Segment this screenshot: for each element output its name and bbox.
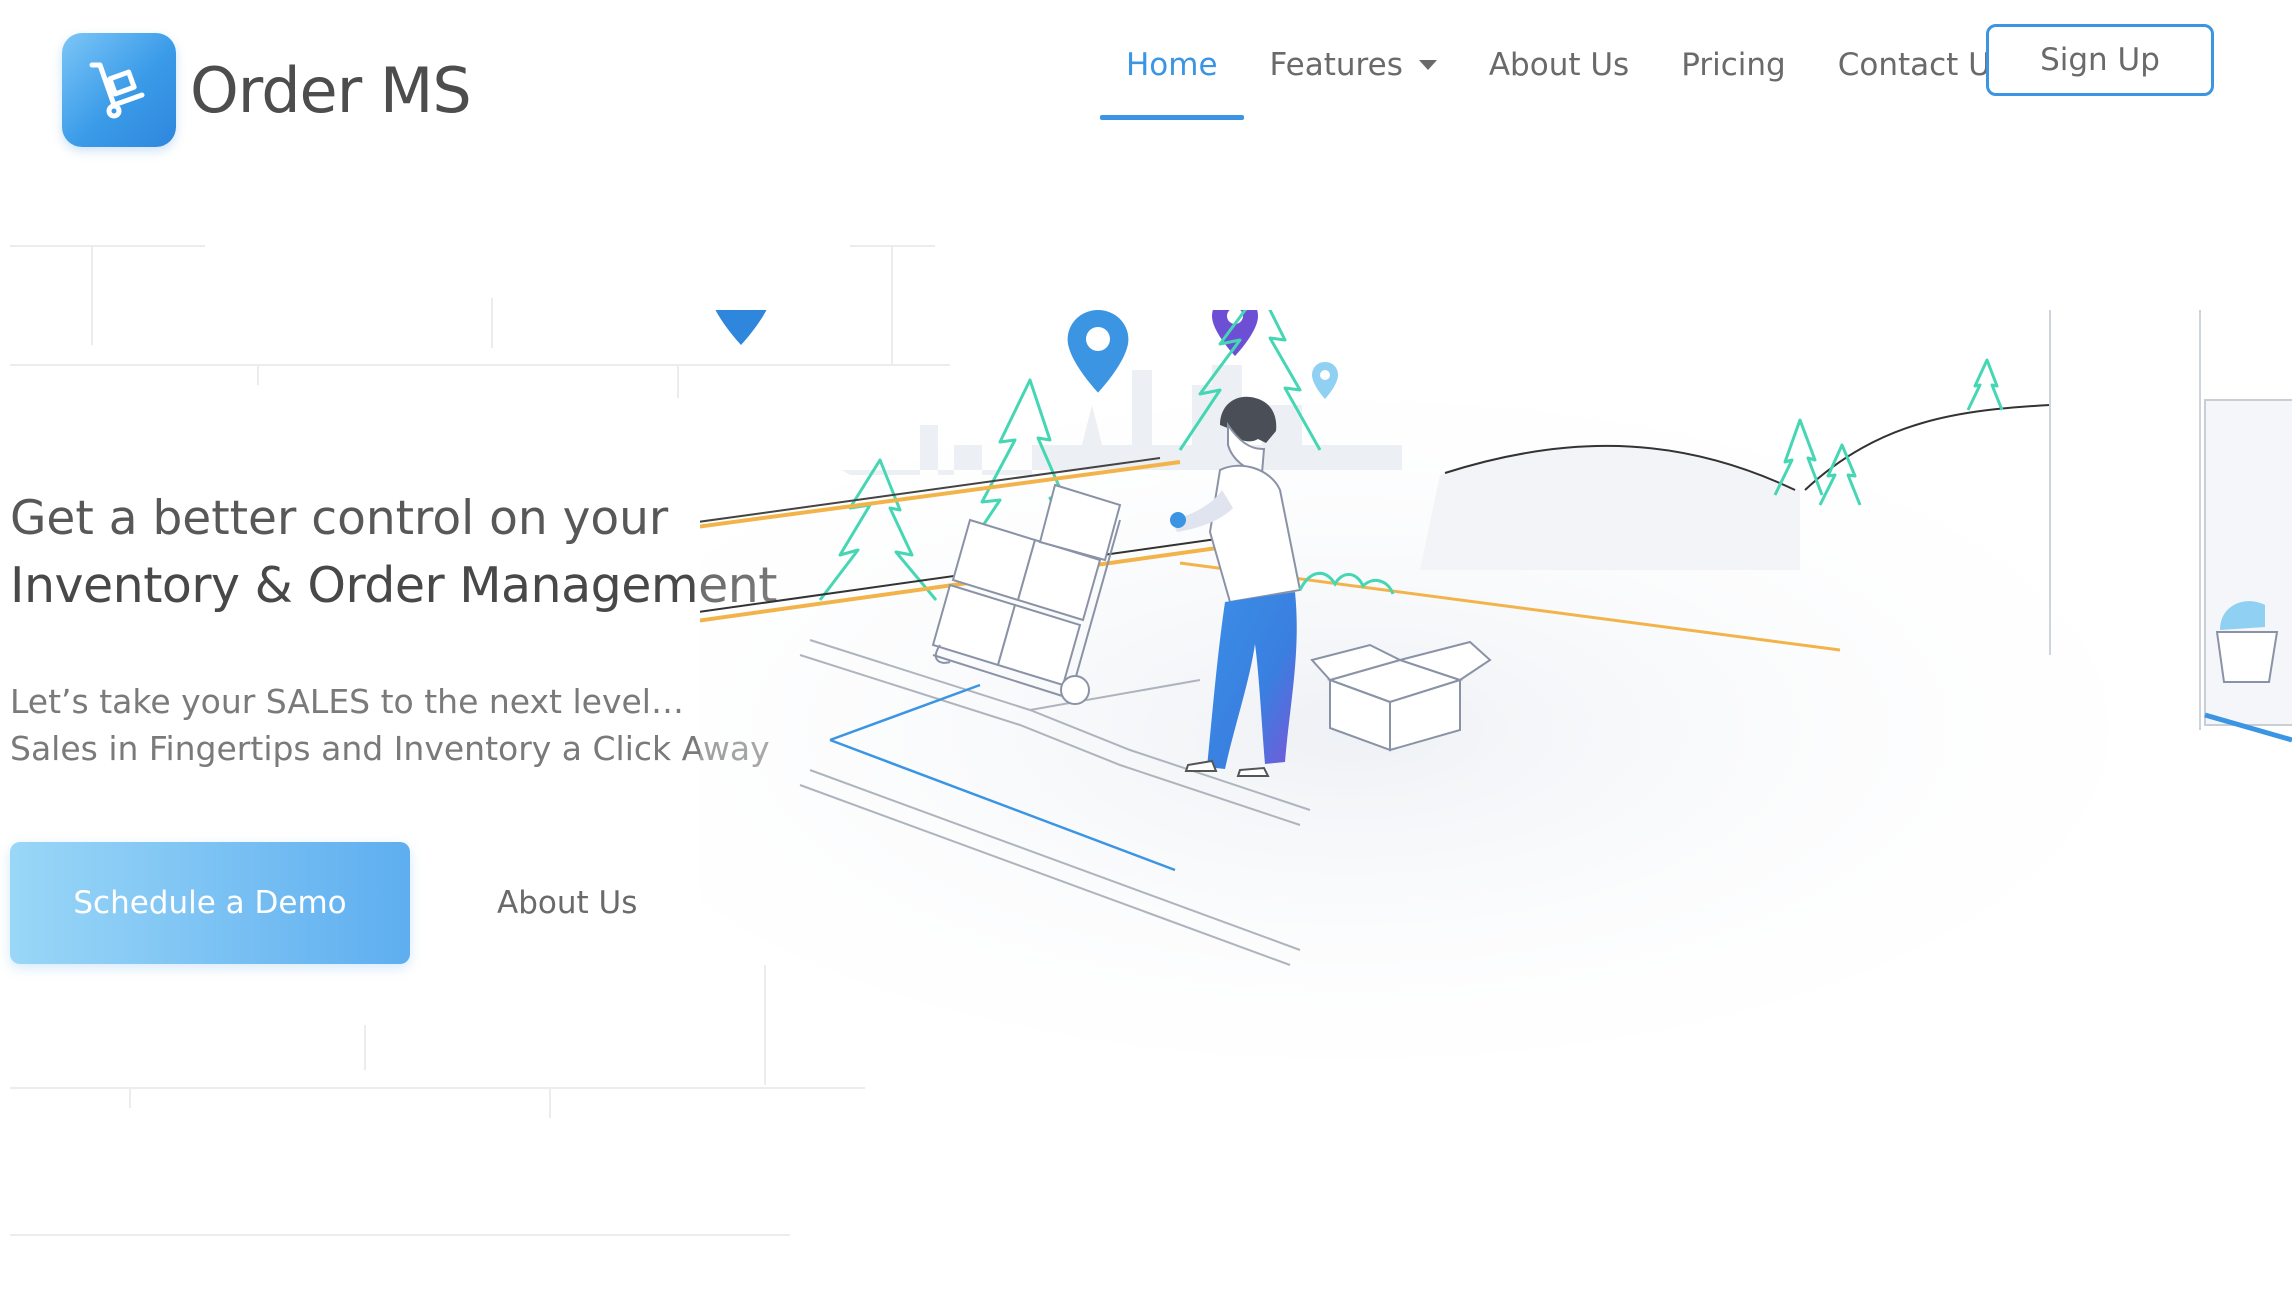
schedule-demo-button[interactable]: Schedule a Demo [10, 842, 410, 964]
nav-home-label: Home [1126, 47, 1218, 83]
map-pin-icon-blue [1067, 310, 1129, 393]
chevron-down-icon [1418, 60, 1437, 70]
site-header: Order MS Home Features About Us Pricing … [0, 0, 2292, 160]
hero-actions: Schedule a Demo About Us [10, 842, 637, 964]
hero-text: Get a better control on your Inventory &… [10, 486, 778, 772]
hero-illustration [700, 310, 2292, 1060]
nav-features[interactable]: Features [1244, 0, 1463, 130]
nav-pricing[interactable]: Pricing [1655, 0, 1812, 130]
nav-features-label: Features [1269, 47, 1403, 83]
nav-home[interactable]: Home [1100, 0, 1244, 130]
schedule-demo-label: Schedule a Demo [73, 885, 347, 921]
nav-contact-label: Contact Us [1837, 47, 2008, 83]
map-pin-icon-small [1312, 362, 1338, 399]
hero-subtitle-line1: Let’s take your SALES to the next level… [10, 682, 684, 721]
hero-subtitle: Let’s take your SALES to the next level…… [10, 678, 770, 772]
sign-up-label: Sign Up [2040, 42, 2160, 78]
brand-name: Order MS [190, 53, 472, 127]
map-pin-icon-large [715, 310, 767, 345]
main-nav: Home Features About Us Pricing Contact U… [1100, 0, 2033, 130]
nav-about-label: About Us [1488, 47, 1630, 83]
hero-about-us-link[interactable]: About Us [497, 885, 637, 921]
hand-truck-icon [62, 33, 176, 147]
brand-logo[interactable]: Order MS [62, 33, 472, 147]
hero-headline-line1: Get a better control on your [10, 491, 669, 546]
sign-up-button[interactable]: Sign Up [1986, 24, 2214, 96]
hero-subtitle-line2: Sales in Fingertips and Inventory a Clic… [10, 729, 770, 768]
nav-about-us[interactable]: About Us [1463, 0, 1655, 130]
nav-pricing-label: Pricing [1681, 47, 1786, 83]
hero-headline-line2: Inventory & Order Management [10, 557, 778, 614]
